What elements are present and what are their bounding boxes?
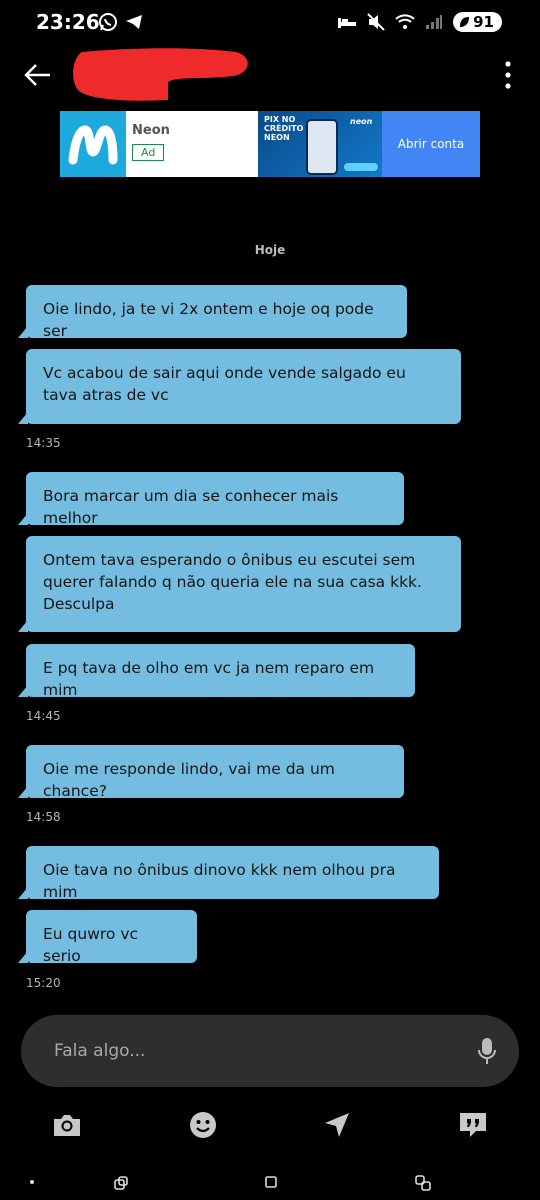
nav-split-screen-icon[interactable] bbox=[415, 1175, 431, 1191]
microphone-icon[interactable] bbox=[477, 1037, 497, 1065]
ad-cta-button[interactable]: Abrir conta bbox=[382, 111, 480, 177]
message-time: 14:58 bbox=[26, 810, 61, 824]
location-arrow-icon[interactable] bbox=[322, 1110, 352, 1140]
status-app-icons bbox=[98, 12, 144, 32]
telegram-icon bbox=[126, 15, 142, 29]
message-bubble[interactable]: E pq tava de olho em vc ja nem reparo em… bbox=[18, 644, 415, 699]
wifi-icon bbox=[395, 14, 415, 29]
message-bubble[interactable]: Eu quwro vc serio bbox=[18, 910, 197, 965]
ad-image-title: PIX NO CRÉDITO NEON bbox=[264, 115, 304, 142]
phone-illustration bbox=[306, 119, 338, 175]
message-bubble[interactable]: Vc acabou de sair aqui onde vende salgad… bbox=[18, 349, 461, 424]
mute-icon bbox=[367, 13, 385, 31]
message-bubble[interactable]: Oie lindo, ja te vi 2x ontem e hoje oq p… bbox=[18, 285, 407, 340]
nav-home-icon[interactable] bbox=[264, 1175, 278, 1189]
message-time: 14:35 bbox=[26, 436, 61, 450]
ad-image: PIX NO CRÉDITO NEON neon bbox=[258, 111, 382, 177]
smiley-icon[interactable] bbox=[188, 1110, 218, 1140]
back-arrow-icon[interactable] bbox=[22, 60, 52, 90]
message-time: 15:20 bbox=[26, 976, 61, 990]
contact-name-redaction bbox=[73, 48, 248, 101]
ad-banner[interactable]: Neon Ad PIX NO CRÉDITO NEON neon Abrir c… bbox=[60, 111, 480, 177]
message-input[interactable] bbox=[52, 1040, 456, 1062]
message-bubble[interactable]: Oie me responde lindo, vai me da um chan… bbox=[18, 745, 404, 800]
message-bubble[interactable]: Bora marcar um dia se conhecer mais melh… bbox=[18, 472, 404, 527]
ad-image-pill bbox=[344, 163, 378, 171]
nav-dot-icon bbox=[30, 1180, 34, 1184]
nav-recent-apps-icon[interactable] bbox=[113, 1175, 129, 1191]
more-vertical-icon[interactable] bbox=[498, 58, 518, 92]
message-bubble[interactable]: Oie tava no ônibus dinovo kkk nem olhou … bbox=[18, 846, 439, 901]
status-time: 23:26 bbox=[36, 10, 100, 34]
neon-logo bbox=[60, 111, 126, 177]
camera-icon[interactable] bbox=[52, 1110, 82, 1140]
battery-level: 91 bbox=[473, 13, 494, 31]
ad-brand: Neon bbox=[132, 123, 170, 138]
status-system-icons: 91 bbox=[337, 12, 502, 32]
sleep-mode-icon bbox=[338, 18, 357, 28]
ad-image-brand: neon bbox=[350, 117, 373, 126]
quote-bubble-icon[interactable] bbox=[458, 1110, 488, 1140]
signal-icon bbox=[426, 15, 443, 29]
message-time: 14:45 bbox=[26, 709, 61, 723]
message-bubble[interactable]: Ontem tava esperando o ônibus eu escutei… bbox=[18, 536, 461, 632]
ad-badge: Ad bbox=[132, 144, 165, 161]
composer bbox=[21, 1015, 519, 1087]
leaf-icon bbox=[460, 17, 470, 27]
whatsapp-icon bbox=[99, 13, 117, 31]
battery-indicator: 91 bbox=[453, 12, 502, 32]
date-separator: Hoje bbox=[254, 243, 286, 257]
